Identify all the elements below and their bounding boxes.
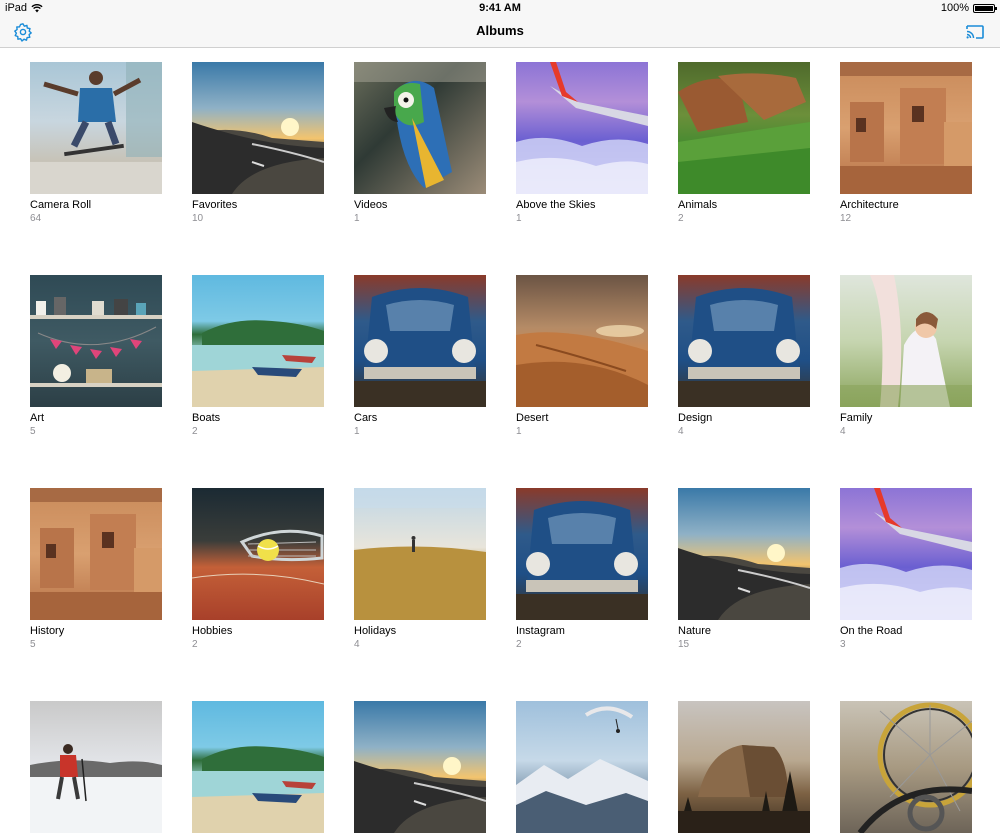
album-item[interactable]: On the Road 3 <box>840 488 972 650</box>
album-item[interactable] <box>192 701 324 840</box>
album-thumbnail[interactable] <box>192 275 324 407</box>
album-count: 64 <box>30 213 42 224</box>
album-title: On the Road <box>840 625 903 637</box>
album-title: Desert <box>516 412 549 424</box>
album-thumbnail[interactable] <box>678 701 810 833</box>
status-time: 9:41 AM <box>479 2 521 14</box>
album-item[interactable]: Videos 1 <box>354 62 486 224</box>
album-item[interactable]: Boats 2 <box>192 275 324 437</box>
album-title: History <box>30 625 65 637</box>
album-thumbnail[interactable] <box>840 62 972 194</box>
album-count: 5 <box>30 639 36 650</box>
album-count: 4 <box>354 639 360 650</box>
album-item[interactable]: Architecture 12 <box>840 62 972 224</box>
album-grid: Camera Roll 64 Favorites 10 Videos 1 Above the… <box>30 62 972 840</box>
album-title: Videos <box>354 199 388 211</box>
status-bar: iPad 9:41 AM 100% <box>0 0 1000 16</box>
status-right: 100% <box>940 0 997 16</box>
album-thumbnail[interactable] <box>354 275 486 407</box>
album-count: 1 <box>516 213 522 224</box>
album-title: Animals <box>678 199 718 211</box>
album-item[interactable]: Nature 15 <box>678 488 810 650</box>
album-thumbnail[interactable] <box>192 701 324 833</box>
album-title: Family <box>840 412 873 424</box>
album-title: Instagram <box>516 625 565 637</box>
album-title: Camera Roll <box>30 199 92 211</box>
album-item[interactable]: Camera Roll 64 <box>30 62 162 224</box>
album-count: 1 <box>516 426 522 437</box>
album-item[interactable]: Favorites 10 <box>192 62 324 224</box>
battery-percent: 100% <box>940 2 969 14</box>
album-item[interactable]: Instagram 2 <box>516 488 648 650</box>
page-title: Albums <box>476 23 524 38</box>
album-item[interactable] <box>840 701 972 840</box>
album-count: 5 <box>30 426 36 437</box>
album-thumbnail[interactable] <box>678 62 810 194</box>
album-item[interactable] <box>354 701 486 840</box>
album-thumbnail[interactable] <box>678 488 810 620</box>
album-title: Hobbies <box>192 625 233 637</box>
album-thumbnail[interactable] <box>30 62 162 194</box>
album-thumbnail[interactable] <box>840 275 972 407</box>
album-title: Holidays <box>354 625 397 637</box>
album-title: Boats <box>192 412 221 424</box>
album-title: Design <box>678 412 713 424</box>
album-title: Above the Skies <box>516 199 596 211</box>
album-thumbnail[interactable] <box>516 488 648 620</box>
album-title: Nature <box>678 625 712 637</box>
album-item[interactable]: Holidays 4 <box>354 488 486 650</box>
album-count: 10 <box>192 213 204 224</box>
album-item[interactable]: History 5 <box>30 488 162 650</box>
album-count: 2 <box>516 639 522 650</box>
album-count: 3 <box>840 639 846 650</box>
album-thumbnail[interactable] <box>192 488 324 620</box>
album-thumbnail[interactable] <box>516 275 648 407</box>
album-count: 2 <box>192 426 198 437</box>
album-count: 2 <box>192 639 198 650</box>
album-thumbnail[interactable] <box>354 488 486 620</box>
album-count: 4 <box>678 426 684 437</box>
album-count: 2 <box>678 213 684 224</box>
album-item[interactable] <box>30 701 162 840</box>
album-thumbnail[interactable] <box>354 62 486 194</box>
cast-button[interactable] <box>965 22 985 42</box>
album-thumbnail[interactable] <box>354 701 486 833</box>
album-item[interactable]: Desert 1 <box>516 275 648 437</box>
album-item[interactable]: Design 4 <box>678 275 810 437</box>
album-item[interactable]: Above the Skies 1 <box>516 62 648 224</box>
album-title: Architecture <box>840 199 899 211</box>
album-title: Art <box>30 412 45 424</box>
album-thumbnail[interactable] <box>516 62 648 194</box>
album-item[interactable]: Animals 2 <box>678 62 810 224</box>
album-item[interactable]: Family 4 <box>840 275 972 437</box>
battery-fill <box>975 5 993 11</box>
navigation-bar: Albums <box>0 16 1000 48</box>
album-thumbnail[interactable] <box>192 62 324 194</box>
album-thumbnail[interactable] <box>30 701 162 833</box>
album-thumbnail[interactable] <box>30 275 162 407</box>
album-thumbnail[interactable] <box>840 701 972 833</box>
album-count: 1 <box>354 426 360 437</box>
album-item[interactable]: Hobbies 2 <box>192 488 324 650</box>
album-item[interactable] <box>678 701 810 840</box>
album-title: Favorites <box>192 199 238 211</box>
album-count: 4 <box>840 426 846 437</box>
album-item[interactable]: Cars 1 <box>354 275 486 437</box>
album-title: Cars <box>354 412 378 424</box>
album-item[interactable]: Art 5 <box>30 275 162 437</box>
album-count: 1 <box>354 213 360 224</box>
album-thumbnail[interactable] <box>516 701 648 833</box>
album-thumbnail[interactable] <box>30 488 162 620</box>
cast-icon <box>966 25 984 39</box>
album-count: 15 <box>678 639 690 650</box>
album-thumbnail[interactable] <box>678 275 810 407</box>
album-count: 12 <box>840 213 852 224</box>
battery-icon <box>973 3 997 13</box>
album-item[interactable] <box>516 701 648 840</box>
album-thumbnail[interactable] <box>840 488 972 620</box>
